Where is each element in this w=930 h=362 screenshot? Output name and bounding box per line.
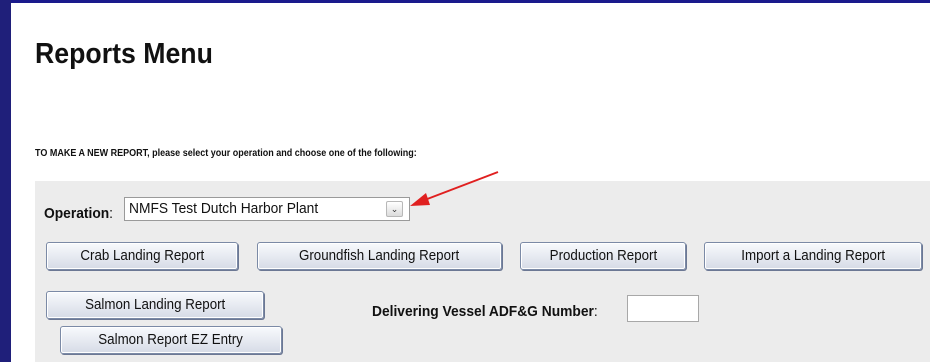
vessel-number-label-colon: :: [593, 303, 598, 320]
annotation-arrow-icon: [410, 171, 499, 206]
salmon-landing-report-label: Salmon Landing Report: [84, 297, 226, 313]
operation-select-value: NMFS Test Dutch Harbor Plant: [129, 200, 319, 217]
vessel-number-label-text: Delivering Vessel ADF&G Number: [372, 303, 594, 320]
vessel-number-input[interactable]: [627, 295, 699, 322]
import-landing-report-label: Import a Landing Report: [741, 248, 885, 264]
salmon-report-ez-entry-button[interactable]: Salmon Report EZ Entry: [60, 326, 282, 354]
operation-label-colon: :: [109, 205, 114, 222]
left-accent-bar: [0, 0, 11, 362]
operation-select[interactable]: NMFS Test Dutch Harbor Plant ⌄: [124, 197, 410, 221]
page-title: Reports Menu: [35, 38, 213, 70]
groundfish-landing-report-label: Groundfish Landing Report: [299, 248, 460, 264]
production-report-button[interactable]: Production Report: [520, 242, 686, 270]
operation-label: Operation:: [44, 205, 113, 222]
salmon-landing-report-button[interactable]: Salmon Landing Report: [46, 291, 264, 319]
crab-landing-report-label: Crab Landing Report: [80, 248, 204, 264]
production-report-label: Production Report: [549, 248, 657, 264]
groundfish-landing-report-button[interactable]: Groundfish Landing Report: [257, 242, 502, 270]
operation-label-text: Operation: [44, 205, 110, 222]
salmon-report-ez-entry-label: Salmon Report EZ Entry: [98, 332, 244, 348]
instructions-text: TO MAKE A NEW REPORT, please select your…: [35, 148, 417, 159]
import-landing-report-button[interactable]: Import a Landing Report: [704, 242, 922, 270]
crab-landing-report-button[interactable]: Crab Landing Report: [46, 242, 238, 270]
vessel-number-label: Delivering Vessel ADF&G Number:: [372, 303, 598, 320]
